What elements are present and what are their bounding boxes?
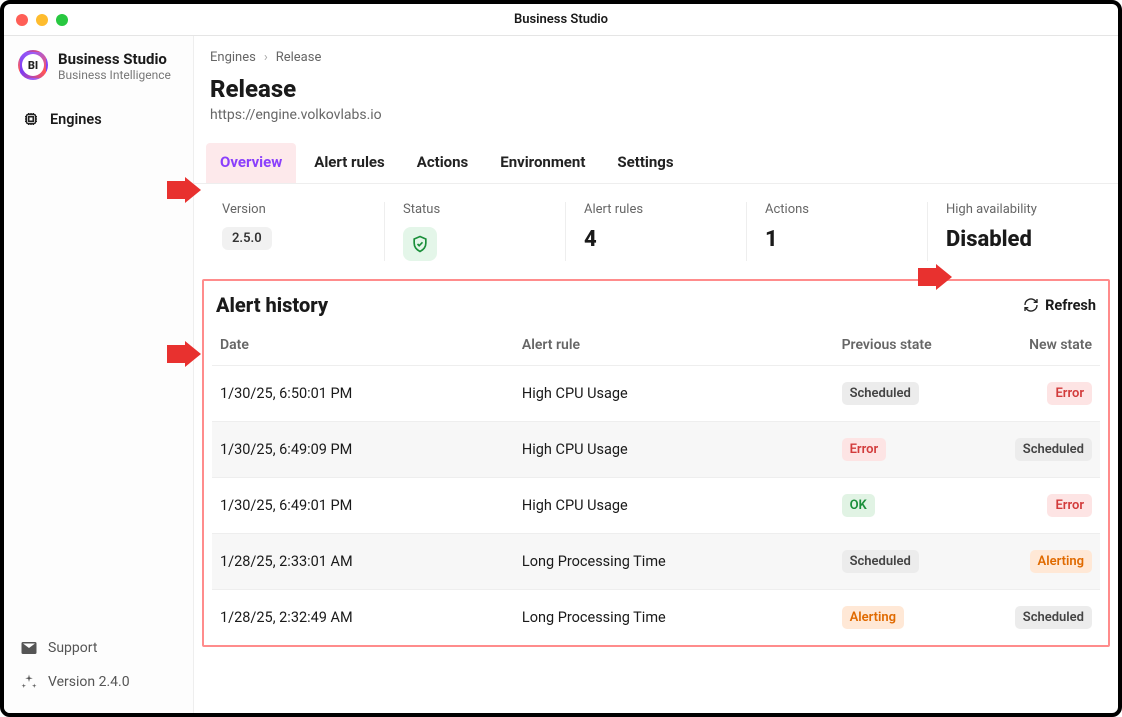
- cell-prev: Alerting: [834, 590, 985, 646]
- stat-high-availability: High availability Disabled: [928, 202, 1108, 261]
- status-badge: Error: [1047, 382, 1092, 405]
- cell-new: Alerting: [985, 534, 1100, 590]
- table-row[interactable]: 1/30/25, 6:50:01 PMHigh CPU Usage Schedul…: [212, 366, 1100, 422]
- stat-actions: Actions 1: [747, 202, 928, 261]
- stat-version: Version 2.5.0: [204, 202, 385, 261]
- shield-check-icon: [403, 227, 437, 261]
- cell-prev: OK: [834, 478, 985, 534]
- cell-prev: Scheduled: [834, 534, 985, 590]
- cell-prev: Scheduled: [834, 366, 985, 422]
- status-badge: Alerting: [842, 606, 904, 629]
- status-badge: OK: [842, 494, 875, 517]
- stat-value: Disabled: [946, 227, 1090, 252]
- cell-date: 1/28/25, 2:33:01 AM: [212, 534, 514, 590]
- table-row[interactable]: 1/30/25, 6:49:09 PMHigh CPU Usage Error Sc…: [212, 422, 1100, 478]
- cell-new: Error: [985, 478, 1100, 534]
- cell-date: 1/30/25, 6:50:01 PM: [212, 366, 514, 422]
- stat-label: Status: [403, 202, 547, 217]
- col-new: New state: [985, 325, 1100, 366]
- titlebar: Business Studio: [4, 4, 1118, 36]
- table-row[interactable]: 1/30/25, 6:49:01 PMHigh CPU Usage OK Error: [212, 478, 1100, 534]
- tab-environment[interactable]: Environment: [486, 143, 599, 183]
- stat-label: Actions: [765, 202, 909, 217]
- page-url: https://engine.volkovlabs.io: [210, 107, 1102, 123]
- main-content: Engines › Release Release https://engine…: [194, 36, 1118, 713]
- chevron-right-icon: ›: [264, 50, 268, 65]
- sidebar-item-version[interactable]: Version 2.4.0: [4, 665, 193, 699]
- cell-rule: High CPU Usage: [514, 366, 834, 422]
- window-title: Business Studio: [4, 12, 1118, 27]
- cell-rule: High CPU Usage: [514, 422, 834, 478]
- breadcrumb: Engines › Release: [194, 36, 1118, 71]
- alert-history-panel: Alert history Refresh Date Alert rule Pr…: [202, 279, 1110, 647]
- stat-value: 4: [584, 227, 728, 252]
- sparkle-icon: [20, 673, 38, 691]
- stat-label: Alert rules: [584, 202, 728, 217]
- sidebar-item-engines[interactable]: Engines: [12, 102, 185, 136]
- chip-icon: [22, 110, 40, 128]
- breadcrumb-root[interactable]: Engines: [210, 50, 256, 65]
- tab-alert-rules[interactable]: Alert rules: [300, 143, 398, 183]
- alert-history-table: Date Alert rule Previous state New state…: [212, 325, 1100, 645]
- status-badge: Error: [842, 438, 887, 461]
- stat-status: Status: [385, 202, 566, 261]
- cell-prev: Error: [834, 422, 985, 478]
- cell-new: Scheduled: [985, 422, 1100, 478]
- stat-label: High availability: [946, 202, 1090, 217]
- refresh-label: Refresh: [1045, 297, 1096, 314]
- status-badge: Scheduled: [1015, 438, 1092, 461]
- status-badge: Scheduled: [842, 382, 919, 405]
- col-prev: Previous state: [834, 325, 985, 366]
- table-row[interactable]: 1/28/25, 2:33:01 AMLong Processing Time S…: [212, 534, 1100, 590]
- window-close-button[interactable]: [16, 14, 28, 26]
- sidebar-item-label: Version 2.4.0: [48, 674, 130, 690]
- sidebar-item-label: Support: [48, 640, 97, 656]
- window-zoom-button[interactable]: [56, 14, 68, 26]
- status-badge: Scheduled: [1015, 606, 1092, 629]
- col-rule: Alert rule: [514, 325, 834, 366]
- stat-label: Version: [222, 202, 366, 217]
- tab-actions[interactable]: Actions: [403, 143, 483, 183]
- version-badge: 2.5.0: [222, 227, 272, 250]
- stats-row: Version 2.5.0 Status Alert rules 4 Actio…: [194, 184, 1118, 279]
- breadcrumb-leaf: Release: [276, 50, 322, 65]
- tab-settings[interactable]: Settings: [603, 143, 687, 183]
- brand-title: Business Studio: [58, 50, 171, 68]
- mail-icon: [20, 639, 38, 657]
- cell-date: 1/30/25, 6:49:09 PM: [212, 422, 514, 478]
- cell-new: Scheduled: [985, 590, 1100, 646]
- brand-logo-icon: [18, 50, 48, 80]
- refresh-button[interactable]: Refresh: [1023, 297, 1096, 314]
- alert-history-title: Alert history: [216, 293, 328, 317]
- cell-date: 1/30/25, 6:49:01 PM: [212, 478, 514, 534]
- refresh-icon: [1023, 297, 1039, 313]
- sidebar-item-label: Engines: [50, 111, 102, 128]
- status-badge: Alerting: [1030, 550, 1092, 573]
- sidebar: Business Studio Business Intelligence En…: [4, 36, 194, 713]
- cell-rule: High CPU Usage: [514, 478, 834, 534]
- brand: Business Studio Business Intelligence: [4, 36, 193, 92]
- cell-date: 1/28/25, 2:32:49 AM: [212, 590, 514, 646]
- cell-new: Error: [985, 366, 1100, 422]
- cell-rule: Long Processing Time: [514, 534, 834, 590]
- stat-alert-rules: Alert rules 4: [566, 202, 747, 261]
- status-badge: Scheduled: [842, 550, 919, 573]
- page-title: Release: [210, 75, 1102, 103]
- table-row[interactable]: 1/28/25, 2:32:49 AMLong Processing Time A…: [212, 590, 1100, 646]
- tabs: Overview Alert rules Actions Environment…: [194, 133, 1118, 184]
- stat-value: 1: [765, 227, 909, 252]
- col-date: Date: [212, 325, 514, 366]
- status-badge: Error: [1047, 494, 1092, 517]
- tab-overview[interactable]: Overview: [206, 143, 296, 183]
- sidebar-item-support[interactable]: Support: [4, 631, 193, 665]
- window-minimize-button[interactable]: [36, 14, 48, 26]
- brand-subtitle: Business Intelligence: [58, 68, 171, 82]
- cell-rule: Long Processing Time: [514, 590, 834, 646]
